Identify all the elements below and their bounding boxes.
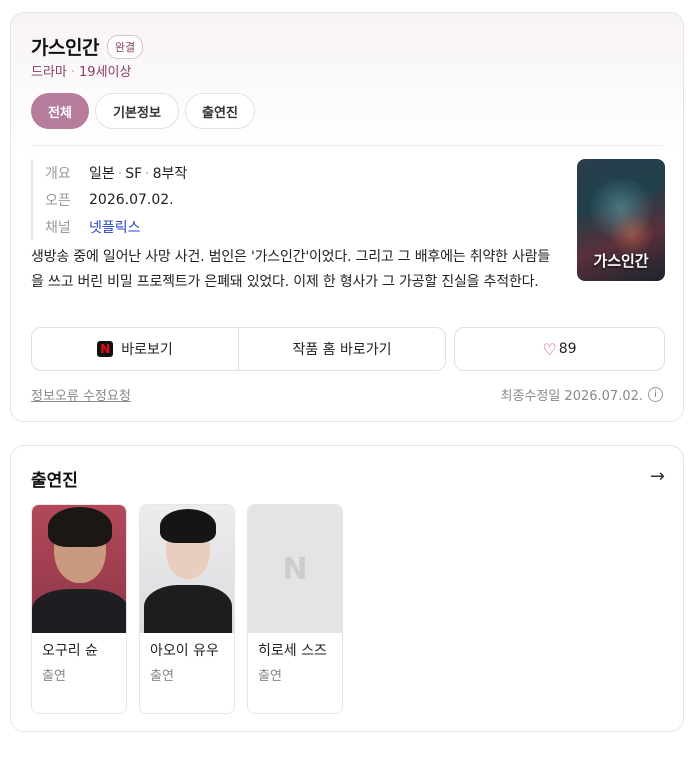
cast-name: 아오이 유우 — [150, 643, 219, 659]
cast-section-title: 출연진 — [31, 471, 78, 491]
meta-list: 개요 일본 · SF · 8부작 오픈 2026.07.02. 채널 넷플릭스 — [31, 159, 187, 240]
open-key: 오픈 — [45, 192, 71, 209]
title-info-card: 가스인간 완결 드라마 · 19세이상 전체 기본정보 출연진 개요 일본 · SF · 8… — [10, 12, 684, 422]
photo-figure — [144, 585, 232, 633]
channel-link[interactable]: 넷플릭스 — [89, 217, 141, 237]
photo-figure — [48, 507, 112, 547]
cast-info: 히로세 스즈 출연 — [248, 633, 342, 692]
cast-photo — [140, 505, 234, 633]
watch-button[interactable]: N 바로보기 — [32, 328, 238, 370]
tab-all[interactable]: 전체 — [31, 93, 89, 129]
photo-figure — [160, 509, 216, 543]
photo-figure — [32, 589, 126, 633]
info-icon[interactable]: i — [648, 387, 663, 402]
meta-row-open: 오픈 2026.07.02. — [45, 186, 187, 213]
overview-key: 개요 — [45, 165, 71, 182]
heart-icon: ♡ — [542, 339, 557, 359]
action-bar: N 바로보기 작품 홈 바로가기 ♡ 89 — [31, 327, 665, 371]
watch-label: 바로보기 — [121, 342, 173, 358]
like-count: 89 — [558, 341, 577, 357]
last-updated-label: 최종수정일 2026.07.02. — [500, 389, 644, 404]
description: 생방송 중에 일어난 사망 사건. 범인은 '가스인간'이었다. 그리고 그 배… — [31, 249, 551, 290]
divider — [31, 145, 663, 146]
separator-dot: · — [145, 165, 150, 182]
country-value: 일본 — [89, 165, 115, 182]
cast-photo-placeholder: N — [248, 505, 342, 633]
episodes-value: 8부작 — [152, 165, 188, 182]
title-row: 가스인간 완결 — [31, 33, 144, 60]
genre2-value: SF — [125, 165, 143, 182]
like-button[interactable]: ♡ 89 — [454, 327, 665, 371]
last-updated: 최종수정일 2026.07.02. i — [500, 385, 663, 404]
n-placeholder-icon: N — [282, 551, 308, 587]
meta-row-overview: 개요 일본 · SF · 8부작 — [45, 159, 187, 186]
channel-key: 채널 — [45, 219, 71, 236]
separator-dot: · — [70, 65, 76, 80]
tab-cast[interactable]: 출연진 — [185, 93, 255, 129]
tab-bar: 전체 기본정보 출연진 — [31, 93, 255, 129]
arrow-right-icon[interactable]: → — [650, 466, 665, 487]
open-date-value: 2026.07.02. — [89, 191, 174, 208]
cast-item[interactable]: 오구리 슌 출연 — [31, 504, 127, 714]
work-home-button[interactable]: 작품 홈 바로가기 — [238, 328, 445, 370]
cast-role: 출연 — [150, 669, 174, 684]
cast-item[interactable]: N 히로세 스즈 출연 — [247, 504, 343, 714]
cast-role: 출연 — [42, 669, 66, 684]
cast-name: 오구리 슌 — [42, 643, 98, 659]
watch-button-group: N 바로보기 작품 홈 바로가기 — [31, 327, 446, 371]
work-home-label: 작품 홈 바로가기 — [292, 342, 392, 358]
poster-title: 가스인간 — [593, 252, 649, 270]
poster-image[interactable]: 가스인간 — [577, 159, 665, 281]
cast-info: 아오이 유우 출연 — [140, 633, 234, 692]
separator-dot: · — [117, 165, 123, 182]
report-error-link[interactable]: 정보오류 수정요청 — [31, 385, 131, 404]
tab-basic-info[interactable]: 기본정보 — [95, 93, 179, 129]
cast-info: 오구리 슌 출연 — [32, 633, 126, 692]
cast-photo — [32, 505, 126, 633]
status-badge: 완결 — [106, 34, 144, 59]
cast-name: 히로세 스즈 — [258, 643, 327, 659]
rating-label: 19세이상 — [79, 65, 132, 80]
meta-row-channel: 채널 넷플릭스 — [45, 213, 187, 240]
subtitle: 드라마 · 19세이상 — [31, 61, 131, 80]
genre-label: 드라마 — [31, 65, 67, 80]
poster-glow — [607, 214, 657, 254]
cast-list: 오구리 슌 출연 아오이 유우 출연 N 히로세 스즈 출연 — [31, 504, 343, 714]
cast-card: 출연진 → 오구리 슌 출연 아오이 유우 출연 N 히로세 스즈 출연 — [10, 445, 684, 732]
overview-value: 일본 · SF · 8부작 — [89, 163, 187, 183]
netflix-icon: N — [97, 341, 114, 357]
cast-item[interactable]: 아오이 유우 출연 — [139, 504, 235, 714]
page-title: 가스인간 — [31, 37, 99, 59]
cast-role: 출연 — [258, 669, 282, 684]
